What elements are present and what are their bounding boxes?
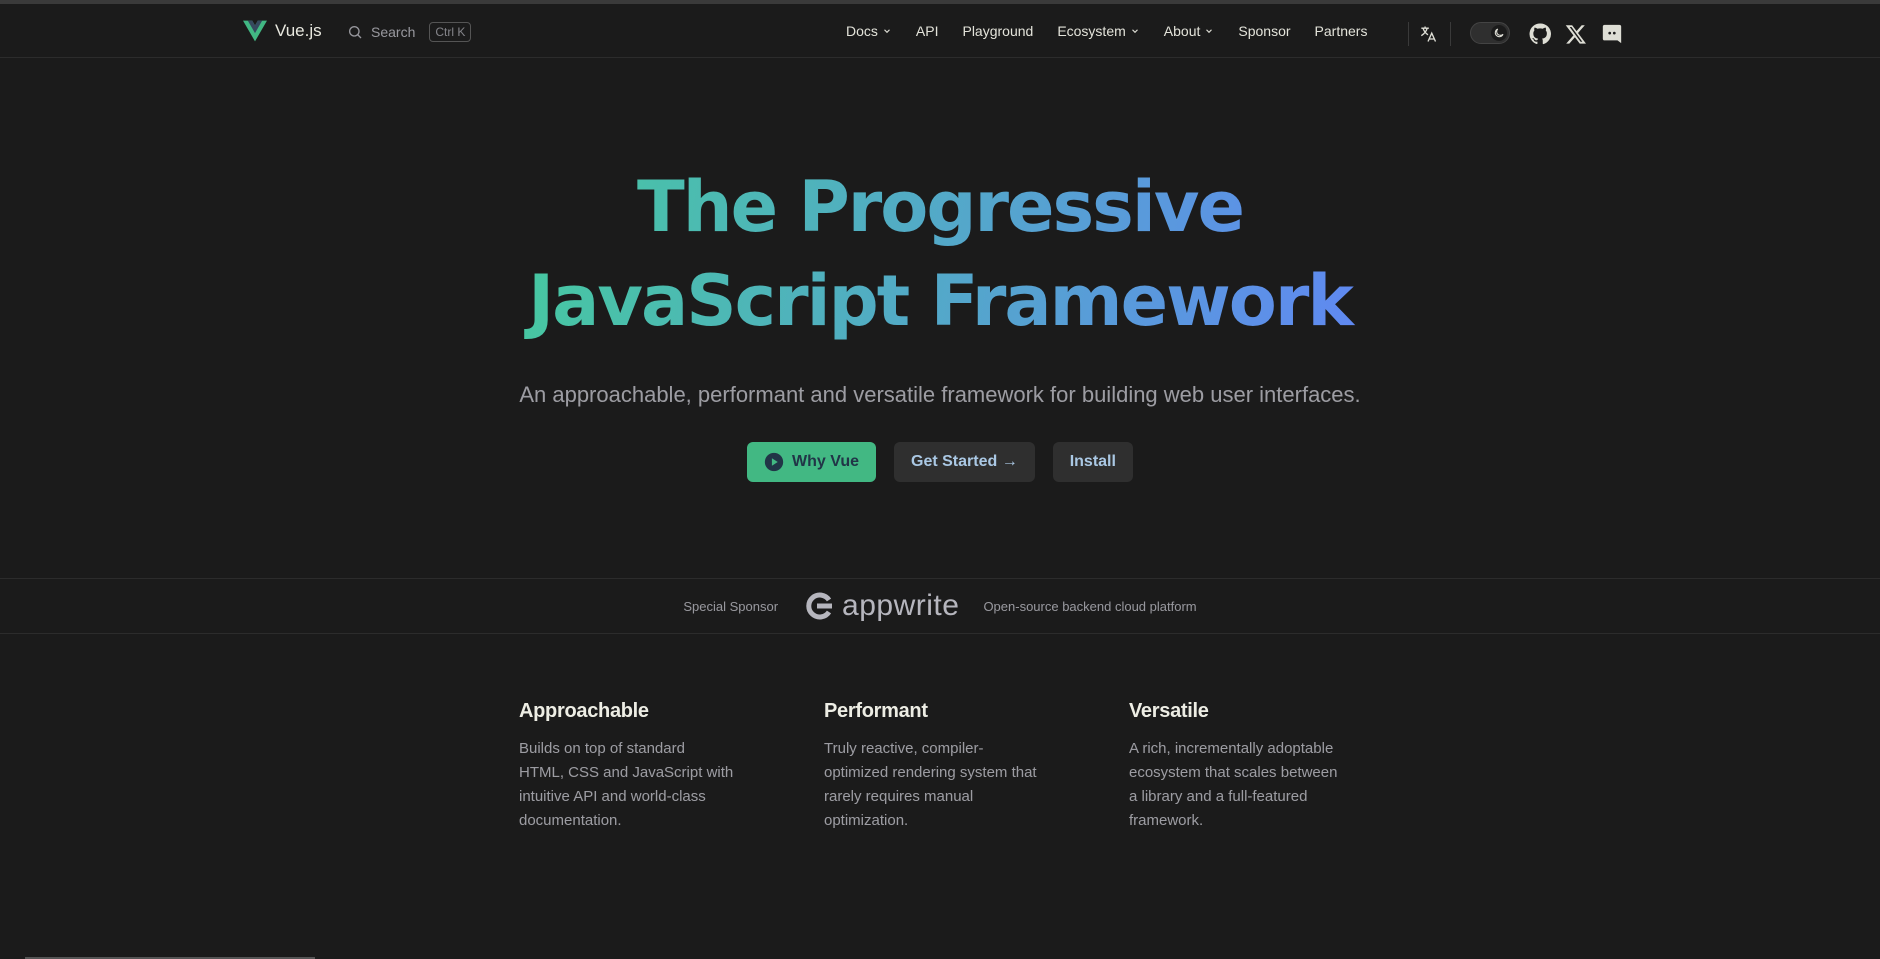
github-icon[interactable] [1529, 23, 1551, 45]
nav-item-api[interactable]: API [916, 23, 939, 39]
translate-icon[interactable] [1418, 24, 1438, 44]
chevron-down-icon [883, 29, 890, 34]
hero-title: The Progressive JavaScript Framework [0, 160, 1880, 348]
install-button[interactable]: Install [1052, 442, 1133, 482]
chevron-down-icon [1206, 29, 1213, 34]
vue-logo-icon [243, 20, 267, 42]
hero-title-line-1: The Progressive [637, 166, 1243, 248]
moon-icon [1491, 25, 1507, 41]
nav-item-ecosystem[interactable]: Ecosystem [1057, 23, 1139, 39]
theme-toggle[interactable] [1470, 22, 1510, 44]
why-vue-label: Why Vue [792, 453, 860, 470]
hero-actions: Why Vue Get Started → Install [0, 442, 1880, 482]
main-menu: Docs API Playground Ecosystem About Sponsor Pa… [846, 4, 1391, 58]
brand-name: Vue.js [275, 21, 322, 40]
sponsor-description: Open-source backend cloud platform [983, 598, 1197, 614]
nav-item-docs[interactable]: Docs [846, 23, 892, 39]
nav-item-sponsor[interactable]: Sponsor [1238, 23, 1290, 39]
sponsor-name: appwrite [842, 589, 960, 622]
chevron-down-icon [1131, 29, 1138, 34]
hero-title-line-2: JavaScript Framework [528, 260, 1352, 342]
nav-item-label: Ecosystem [1057, 23, 1126, 39]
top-navigation: Vue.js Search Ctrl K Docs API Playground Ec… [0, 4, 1880, 58]
why-vue-button[interactable]: Why Vue [747, 442, 877, 482]
discord-icon[interactable] [1601, 23, 1623, 45]
get-started-button[interactable]: Get Started → [894, 442, 1035, 482]
feature-performant: Performant Truly reactive, compiler-opti… [824, 700, 1129, 833]
install-label: Install [1069, 453, 1116, 470]
feature-text: Builds on top of standard HTML, CSS and … [519, 740, 734, 829]
hero-tagline: An approachable, performant and versatil… [519, 382, 1361, 407]
special-sponsor-strip: Special Sponsor appwrite Open-source bac… [0, 578, 1880, 634]
feature-title: Versatile [1129, 700, 1209, 722]
feature-approachable: Approachable Builds on top of standard H… [519, 700, 824, 833]
nav-item-about[interactable]: About [1164, 23, 1215, 39]
nav-item-playground[interactable]: Playground [962, 23, 1033, 39]
nav-item-label: About [1163, 23, 1201, 39]
nav-item-partners[interactable]: Partners [1315, 23, 1368, 39]
search-icon [349, 26, 362, 39]
x-icon[interactable] [1565, 23, 1587, 45]
nav-divider [1408, 22, 1409, 46]
get-started-label: Get Started → [911, 453, 1018, 470]
features-section: Approachable Builds on top of standard H… [519, 700, 1434, 833]
nav-divider [1450, 22, 1451, 46]
search-button[interactable]: Search Ctrl K [347, 22, 472, 42]
appwrite-logo-icon [806, 592, 833, 620]
nav-item-label: Sponsor [1238, 23, 1291, 39]
feature-title: Performant [824, 700, 928, 722]
nav-item-label: API [915, 23, 939, 39]
play-icon [764, 452, 784, 472]
nav-item-label: Partners [1314, 23, 1368, 39]
search-label: Search [371, 24, 416, 40]
appwrite-logo-link[interactable]: appwrite [802, 589, 959, 623]
feature-title: Approachable [519, 700, 649, 722]
brand-link[interactable]: Vue.js [243, 20, 322, 42]
feature-versatile: Versatile A rich, incrementally adoptabl… [1129, 700, 1434, 833]
hero-section: The Progressive JavaScript Framework An … [0, 160, 1880, 408]
feature-text: Truly reactive, compiler-optimized rende… [824, 740, 1037, 829]
nav-item-label: Playground [962, 23, 1034, 39]
search-shortcut: Ctrl K [429, 22, 472, 42]
feature-text: A rich, incrementally adoptable ecosyste… [1129, 740, 1338, 829]
sponsor-label: Special Sponsor [683, 598, 779, 614]
nav-item-label: Docs [846, 23, 878, 39]
